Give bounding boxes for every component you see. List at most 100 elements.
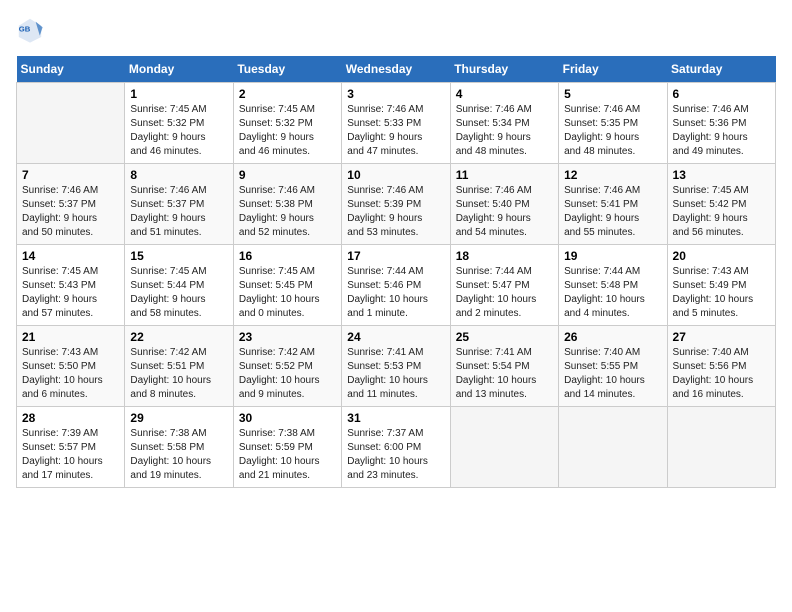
calendar-cell: 19 Sunrise: 7:44 AM Sunset: 5:48 PM Dayli… [559,245,667,326]
day-number: 23 [239,330,336,344]
calendar-cell: 31 Sunrise: 7:37 AM Sunset: 6:00 PM Dayli… [342,407,450,488]
day-info: Sunrise: 7:46 AM Sunset: 5:35 PM Dayligh… [564,103,661,159]
day-info: Sunrise: 7:40 AM Sunset: 5:55 PM Dayligh… [564,346,661,402]
day-info: Sunrise: 7:45 AM Sunset: 5:44 PM Dayligh… [130,265,227,321]
calendar-table: SundayMondayTuesdayWednesdayThursdayFrid… [16,56,776,488]
day-number: 3 [347,87,444,101]
day-info: Sunrise: 7:37 AM Sunset: 6:00 PM Dayligh… [347,427,444,483]
day-info: Sunrise: 7:39 AM Sunset: 5:57 PM Dayligh… [22,427,119,483]
day-number: 5 [564,87,661,101]
day-number: 1 [130,87,227,101]
day-number: 22 [130,330,227,344]
calendar-cell: 1Sunrise: 7:45 AM Sunset: 5:32 PM Daylig… [125,83,233,164]
day-number: 26 [564,330,661,344]
day-header-sunday: Sunday [17,56,125,83]
day-number: 15 [130,249,227,263]
calendar-cell: 8 Sunrise: 7:46 AM Sunset: 5:37 PM Daylig… [125,164,233,245]
calendar-cell: 9Sunrise: 7:46 AM Sunset: 5:38 PM Daylig… [233,164,341,245]
calendar-cell: 27 Sunrise: 7:40 AM Sunset: 5:56 PM Dayli… [667,326,775,407]
calendar-cell: 6 Sunrise: 7:46 AM Sunset: 5:36 PM Daylig… [667,83,775,164]
day-info: Sunrise: 7:38 AM Sunset: 5:59 PM Dayligh… [239,427,336,483]
calendar-cell: 26 Sunrise: 7:40 AM Sunset: 5:55 PM Dayli… [559,326,667,407]
calendar-cell [17,83,125,164]
day-number: 16 [239,249,336,263]
day-info: Sunrise: 7:38 AM Sunset: 5:58 PM Dayligh… [130,427,227,483]
calendar-cell: 24 Sunrise: 7:41 AM Sunset: 5:53 PM Dayli… [342,326,450,407]
day-header-friday: Friday [559,56,667,83]
day-number: 7 [22,168,119,182]
day-number: 18 [456,249,553,263]
calendar-cell: 4 Sunrise: 7:46 AM Sunset: 5:34 PM Daylig… [450,83,558,164]
day-info: Sunrise: 7:46 AM Sunset: 5:37 PM Dayligh… [130,184,227,240]
calendar-cell: 22 Sunrise: 7:42 AM Sunset: 5:51 PM Dayli… [125,326,233,407]
calendar-cell: 25 Sunrise: 7:41 AM Sunset: 5:54 PM Dayli… [450,326,558,407]
day-number: 13 [673,168,770,182]
day-number: 29 [130,411,227,425]
day-info: Sunrise: 7:42 AM Sunset: 5:52 PM Dayligh… [239,346,336,402]
calendar-week-3: 14Sunrise: 7:45 AM Sunset: 5:43 PM Dayli… [17,245,776,326]
day-info: Sunrise: 7:45 AM Sunset: 5:32 PM Dayligh… [239,103,336,159]
day-header-monday: Monday [125,56,233,83]
logo-icon: GB [16,16,44,44]
day-number: 8 [130,168,227,182]
calendar-week-4: 21Sunrise: 7:43 AM Sunset: 5:50 PM Dayli… [17,326,776,407]
day-number: 24 [347,330,444,344]
day-number: 11 [456,168,553,182]
day-info: Sunrise: 7:42 AM Sunset: 5:51 PM Dayligh… [130,346,227,402]
day-number: 10 [347,168,444,182]
calendar-cell: 30Sunrise: 7:38 AM Sunset: 5:59 PM Dayli… [233,407,341,488]
day-info: Sunrise: 7:41 AM Sunset: 5:53 PM Dayligh… [347,346,444,402]
calendar-cell: 23 Sunrise: 7:42 AM Sunset: 5:52 PM Dayli… [233,326,341,407]
day-info: Sunrise: 7:44 AM Sunset: 5:47 PM Dayligh… [456,265,553,321]
calendar-cell: 17 Sunrise: 7:44 AM Sunset: 5:46 PM Dayli… [342,245,450,326]
calendar-cell: 21Sunrise: 7:43 AM Sunset: 5:50 PM Dayli… [17,326,125,407]
day-info: Sunrise: 7:46 AM Sunset: 5:37 PM Dayligh… [22,184,119,240]
day-info: Sunrise: 7:40 AM Sunset: 5:56 PM Dayligh… [673,346,770,402]
day-info: Sunrise: 7:44 AM Sunset: 5:46 PM Dayligh… [347,265,444,321]
day-number: 2 [239,87,336,101]
day-info: Sunrise: 7:46 AM Sunset: 5:36 PM Dayligh… [673,103,770,159]
calendar-cell: 20Sunrise: 7:43 AM Sunset: 5:49 PM Dayli… [667,245,775,326]
day-number: 20 [673,249,770,263]
day-info: Sunrise: 7:46 AM Sunset: 5:39 PM Dayligh… [347,184,444,240]
calendar-cell: 5 Sunrise: 7:46 AM Sunset: 5:35 PM Daylig… [559,83,667,164]
calendar-cell [667,407,775,488]
calendar-cell: 18 Sunrise: 7:44 AM Sunset: 5:47 PM Dayli… [450,245,558,326]
calendar-cell [559,407,667,488]
day-info: Sunrise: 7:46 AM Sunset: 5:41 PM Dayligh… [564,184,661,240]
calendar-cell: 3 Sunrise: 7:46 AM Sunset: 5:33 PM Daylig… [342,83,450,164]
svg-text:GB: GB [19,24,31,33]
calendar-week-5: 28 Sunrise: 7:39 AM Sunset: 5:57 PM Dayli… [17,407,776,488]
calendar-cell: 7 Sunrise: 7:46 AM Sunset: 5:37 PM Daylig… [17,164,125,245]
day-info: Sunrise: 7:45 AM Sunset: 5:42 PM Dayligh… [673,184,770,240]
day-number: 27 [673,330,770,344]
day-number: 6 [673,87,770,101]
calendar-cell: 12 Sunrise: 7:46 AM Sunset: 5:41 PM Dayli… [559,164,667,245]
day-info: Sunrise: 7:46 AM Sunset: 5:34 PM Dayligh… [456,103,553,159]
day-info: Sunrise: 7:46 AM Sunset: 5:33 PM Dayligh… [347,103,444,159]
day-number: 25 [456,330,553,344]
day-info: Sunrise: 7:45 AM Sunset: 5:43 PM Dayligh… [22,265,119,321]
day-number: 12 [564,168,661,182]
day-header-thursday: Thursday [450,56,558,83]
calendar-cell [450,407,558,488]
day-number: 28 [22,411,119,425]
calendar-header-row: SundayMondayTuesdayWednesdayThursdayFrid… [17,56,776,83]
day-info: Sunrise: 7:44 AM Sunset: 5:48 PM Dayligh… [564,265,661,321]
day-number: 31 [347,411,444,425]
day-info: Sunrise: 7:46 AM Sunset: 5:38 PM Dayligh… [239,184,336,240]
logo: GB [16,16,48,44]
page-header: GB [16,16,776,44]
calendar-week-1: 1 Sunrise: 7:45 AM Sunset: 5:32 PM Daylig… [17,83,776,164]
day-header-tuesday: Tuesday [233,56,341,83]
calendar-week-2: 7 Sunrise: 7:46 AM Sunset: 5:37 PM Daylig… [17,164,776,245]
day-info: Sunrise: 7:46 AM Sunset: 5:40 PM Dayligh… [456,184,553,240]
day-info: Sunrise: 7:41 AM Sunset: 5:54 PM Dayligh… [456,346,553,402]
day-number: 19 [564,249,661,263]
day-info: Sunrise: 7:45 AM Sunset: 5:45 PM Dayligh… [239,265,336,321]
day-info: Sunrise: 7:43 AM Sunset: 5:50 PM Dayligh… [22,346,119,402]
calendar-cell: 11 Sunrise: 7:46 AM Sunset: 5:40 PM Dayli… [450,164,558,245]
day-number: 17 [347,249,444,263]
day-number: 4 [456,87,553,101]
calendar-cell: 16 Sunrise: 7:45 AM Sunset: 5:45 PM Dayli… [233,245,341,326]
